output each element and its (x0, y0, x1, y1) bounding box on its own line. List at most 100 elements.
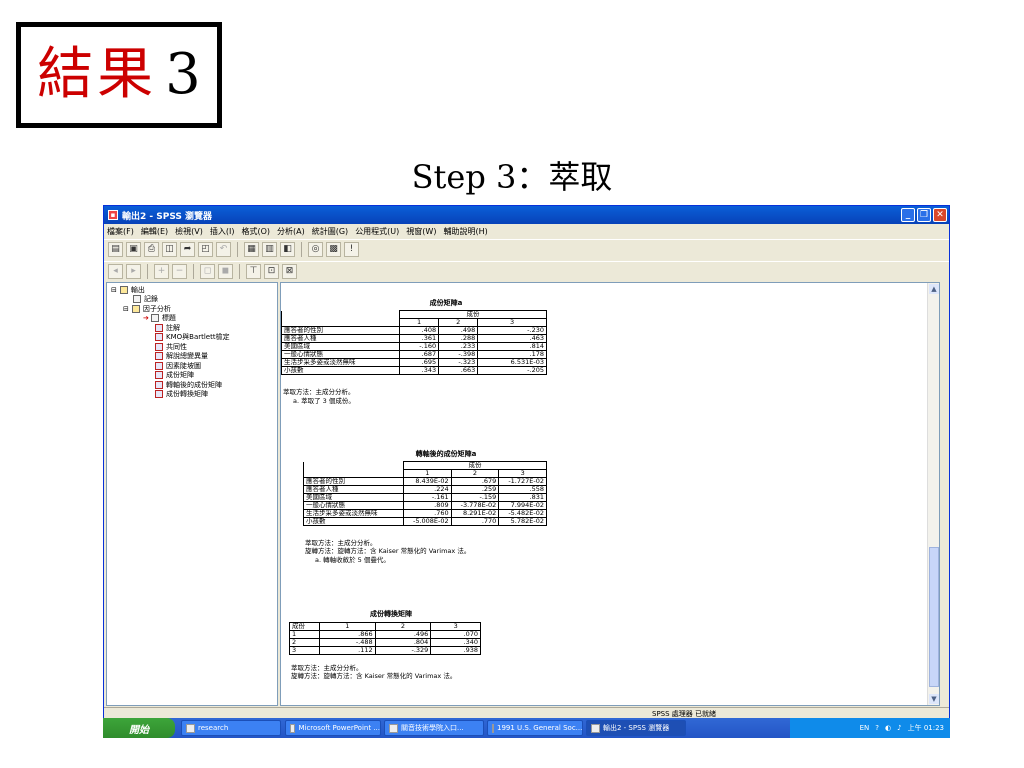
table-row: 應答者的性別 8.439E-02 .679 -1.727E-02 (303, 477, 547, 486)
book-icon (119, 285, 128, 294)
chart-icon (155, 361, 163, 370)
tree-item-notes[interactable]: 註解 (109, 323, 277, 333)
menu-file[interactable]: 檔案(F) (107, 226, 134, 237)
vertical-scrollbar[interactable]: ▲ ▼ (927, 283, 939, 705)
menu-window[interactable]: 視窗(W) (406, 226, 436, 237)
network-icon[interactable]: ◐ (885, 724, 891, 732)
goto-data-icon[interactable]: ▦ (244, 242, 259, 257)
table-row: 小孩數 .343 .663 -.205 (281, 366, 547, 375)
system-tray: EN ? ◐ ♪ 上午 01:23 (790, 718, 950, 738)
spss-viewer-window: ▪ 輸出2 - SPSS 瀏覽器 _ ❐ ✕ 檔案(F) 編輯(E) 檢視(V)… (103, 205, 950, 738)
outline-toolbar: ◂ ▸ + − ◻ ◼ ⊤ ⊡ ⊠ (104, 261, 949, 281)
menu-utilities[interactable]: 公用程式(U) (355, 226, 399, 237)
menu-format[interactable]: 格式(O) (241, 226, 270, 237)
scroll-thumb[interactable] (929, 547, 939, 687)
close-button[interactable]: ✕ (933, 208, 947, 222)
tree-item-output[interactable]: ⊟ 輸出 (109, 285, 277, 295)
component-matrix-footnote-method: 萃取方法：主成分分析。 (283, 388, 355, 396)
transform-matrix-table: 成份 1 2 3 1 .866 .496 .070 2 -.488 .804 .… (289, 622, 481, 655)
browser-icon (389, 723, 398, 733)
export-icon[interactable]: ➦ (180, 242, 195, 257)
volume-icon[interactable]: ♪ (897, 724, 901, 732)
insert-title-icon[interactable]: ⊡ (264, 264, 279, 279)
collapse-icon[interactable]: − (172, 264, 187, 279)
rotated-matrix-table: 成份 1 2 3 應答者的性別 8.439E-02 .679 -1.727E-0… (303, 461, 547, 526)
insert-heading-icon[interactable]: ⊤ (246, 264, 261, 279)
tree-item-rotated-matrix[interactable]: 轉軸後的成份矩陣 (109, 380, 277, 390)
spss-app-icon: ▪ (108, 210, 118, 220)
output-pane: ▲ ▼ 成份矩陣a 成份 1 2 3 應答者的性別 .408 .498 -.23… (280, 282, 940, 706)
scroll-up-icon[interactable]: ▲ (929, 284, 939, 294)
transform-matrix-footnote-rotation: 旋轉方法：旋轉方法：含 Kaiser 常態化的 Varimax 法。 (291, 672, 457, 680)
rotated-matrix-title: 轉軸後的成份矩陣a (415, 450, 477, 458)
hide-icon[interactable]: ◼ (218, 264, 233, 279)
transform-matrix-title: 成份轉換矩陣 (370, 610, 412, 618)
variables-icon[interactable]: ◧ (280, 242, 295, 257)
slide-title-text: 結果 (37, 42, 158, 107)
task-powerpoint[interactable]: Microsoft PowerPoint ... (285, 720, 381, 736)
spss-app-icon (591, 723, 600, 733)
tree-item-title[interactable]: ➔ 標題 (109, 314, 277, 324)
task-spss-viewer[interactable]: 輸出2 - SPSS 瀏覽器 (586, 720, 686, 736)
expand-icon[interactable]: + (154, 264, 169, 279)
menu-edit[interactable]: 編輯(E) (141, 226, 168, 237)
task-portal[interactable]: 關音技術學院入口... (384, 720, 484, 736)
menu-insert[interactable]: 插入(I) (210, 226, 235, 237)
tree-item-communalities[interactable]: 共同性 (109, 342, 277, 352)
maximize-button[interactable]: ❐ (917, 208, 931, 222)
open-folder-icon[interactable]: ▤ (108, 242, 123, 257)
language-indicator[interactable]: EN (860, 724, 870, 732)
window-title: 輸出2 - SPSS 瀏覽器 (122, 211, 213, 222)
save-icon[interactable]: ▣ (126, 242, 141, 257)
slide-title-number: 3 (165, 42, 201, 107)
menu-graphs[interactable]: 統計圖(G) (312, 226, 348, 237)
menu-help[interactable]: 輔助說明(H) (443, 226, 487, 237)
folder-icon (186, 723, 195, 733)
start-button[interactable]: 開始 (103, 718, 175, 738)
tree-item-transform-matrix[interactable]: 成份轉換矩陣 (109, 390, 277, 400)
tree-item-component-matrix[interactable]: 成份矩陣 (109, 371, 277, 381)
insert-text-icon[interactable]: ⊠ (282, 264, 297, 279)
tree-item-log[interactable]: 記錄 (109, 295, 277, 305)
print-icon[interactable]: ⎙ (144, 242, 159, 257)
exclamation-icon[interactable]: ! (344, 242, 359, 257)
print-preview-icon[interactable]: ◫ (162, 242, 177, 257)
demote-icon[interactable]: ▸ (126, 264, 141, 279)
rotated-matrix-footnote-method: 萃取方法：主成分分析。 (305, 539, 377, 547)
task-gss-data[interactable]: 1991 U.S. General Soc... (487, 720, 583, 736)
task-research[interactable]: research (181, 720, 281, 736)
rotated-matrix-footnote-a: a. 轉軸收斂於 5 個疊代。 (315, 556, 390, 564)
dialog-recall-icon[interactable]: ◰ (198, 242, 213, 257)
windows-taskbar: 開始 research Microsoft PowerPoint ... 關音技… (103, 718, 950, 738)
menu-analyze[interactable]: 分析(A) (277, 226, 305, 237)
select-last-output-icon[interactable]: ◎ (308, 242, 323, 257)
table-row: 生活步采多姿或淡然無味 .695 -.323 6.531E-03 (281, 358, 547, 367)
window-titlebar[interactable]: ▪ 輸出2 - SPSS 瀏覽器 _ ❐ ✕ (104, 206, 949, 224)
table-row: 1 .866 .496 .070 (289, 630, 481, 639)
tree-item-total-variance[interactable]: 解說總變異量 (109, 352, 277, 362)
clock[interactable]: 上午 01:23 (908, 723, 944, 733)
table-icon (155, 333, 163, 342)
tree-item-factor-analysis[interactable]: ⊟ 因子分析 (109, 304, 277, 314)
table-icon (155, 380, 163, 389)
component-matrix-group-header: 成份 (399, 310, 547, 319)
main-toolbar: ▤ ▣ ⎙ ◫ ➦ ◰ ↶ ▦ ▥ ◧ ◎ ▩ ! (104, 239, 949, 259)
show-icon[interactable]: ◻ (200, 264, 215, 279)
component-matrix-title: 成份矩陣a (429, 299, 463, 307)
menu-view[interactable]: 檢視(V) (175, 226, 203, 237)
help-icon[interactable]: ? (875, 724, 879, 732)
tree-item-scree-plot[interactable]: 因素陡坡圖 (109, 361, 277, 371)
table-row: 2 -.488 .804 .340 (289, 638, 481, 647)
table-row: 應答者的性別 .408 .498 -.230 (281, 326, 547, 335)
arrow-right-icon: ➔ (143, 314, 149, 323)
tree-item-kmo-bartlett[interactable]: KMO與Bartlett檢定 (109, 333, 277, 343)
scroll-down-icon[interactable]: ▼ (929, 694, 939, 704)
goto-chart-icon[interactable]: ▥ (262, 242, 277, 257)
designate-window-icon[interactable]: ▩ (326, 242, 341, 257)
promote-icon[interactable]: ◂ (108, 264, 123, 279)
minimize-button[interactable]: _ (901, 208, 915, 222)
undo-icon[interactable]: ↶ (216, 242, 231, 257)
notes-icon (155, 323, 163, 332)
table-icon (155, 352, 163, 361)
slide-title: 結果 3 (16, 22, 222, 128)
